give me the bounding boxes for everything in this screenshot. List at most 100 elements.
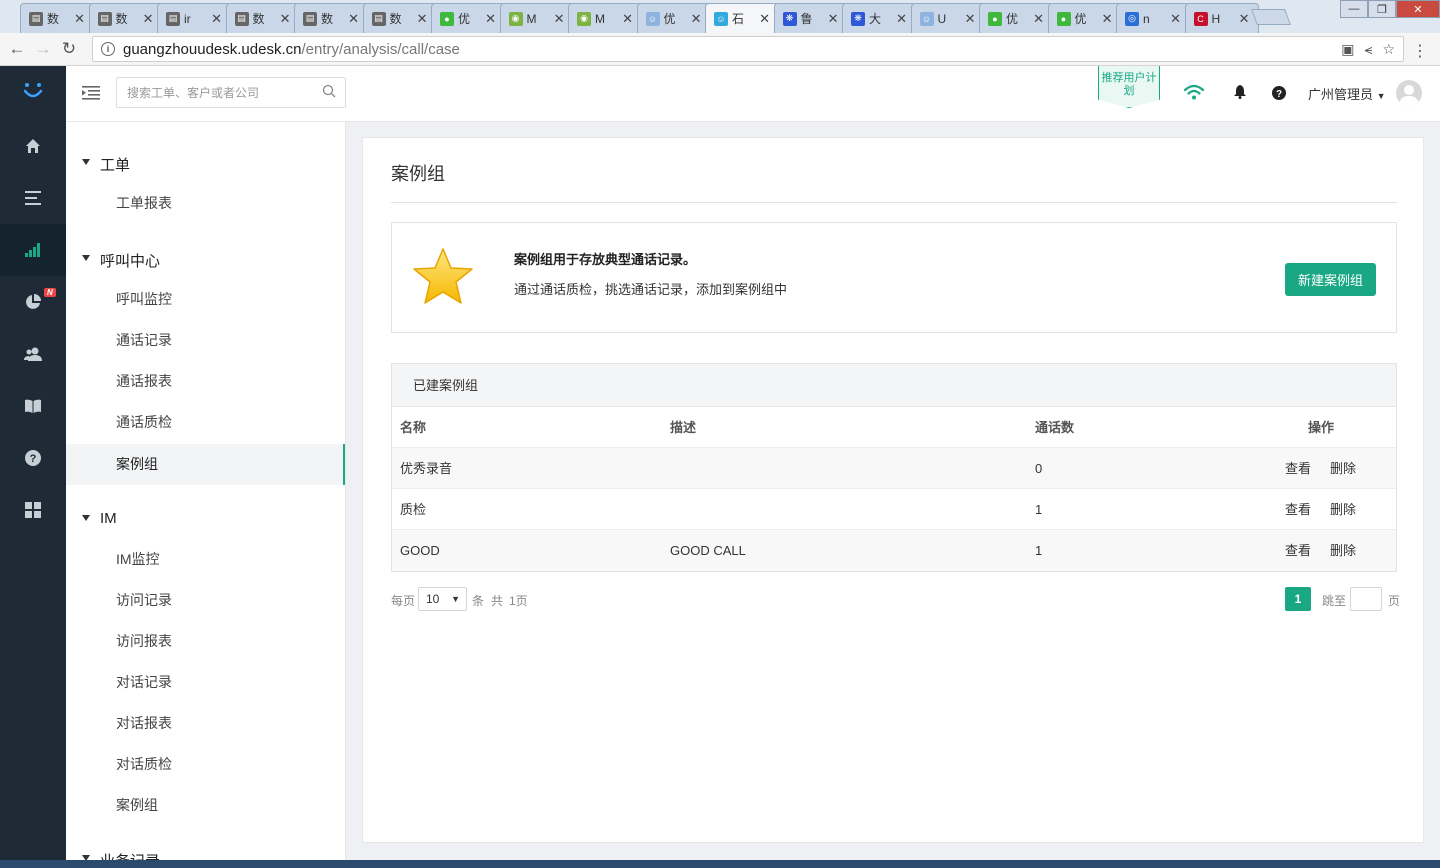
browser-tab[interactable]: ▤ 数 ✕ bbox=[294, 3, 368, 33]
group-call-center[interactable]: 呼叫中心 bbox=[82, 250, 160, 271]
view-link[interactable]: 查看 bbox=[1285, 489, 1311, 530]
browser-tab[interactable]: ▤ 数 ✕ bbox=[362, 3, 437, 33]
nav-home[interactable] bbox=[0, 120, 66, 172]
search-icon[interactable] bbox=[322, 84, 336, 98]
user-menu[interactable]: 广州管理员 ▼ bbox=[1308, 84, 1386, 103]
close-tab-icon[interactable]: ✕ bbox=[965, 11, 976, 27]
sidebar-item-visit-report[interactable]: 访问报表 bbox=[66, 621, 345, 662]
page-button-current[interactable]: 1 bbox=[1285, 587, 1311, 611]
browser-menu-icon[interactable]: ⋮ bbox=[1412, 41, 1428, 61]
nav-apps[interactable] bbox=[0, 484, 66, 536]
browser-tab[interactable]: ☺ U ✕ bbox=[910, 3, 985, 33]
close-tab-icon[interactable]: ✕ bbox=[1102, 11, 1113, 27]
url-host: guangzhouudesk.udesk.cn bbox=[123, 40, 302, 58]
sidebar-item-call-qa[interactable]: 通话质检 bbox=[66, 402, 345, 443]
sidebar-item-call-report[interactable]: 通话报表 bbox=[66, 361, 345, 402]
recommend-plan-badge[interactable]: 推荐用户计划 bbox=[1098, 66, 1160, 108]
close-tab-icon[interactable]: ✕ bbox=[622, 11, 633, 27]
close-tab-icon[interactable]: ✕ bbox=[485, 11, 496, 27]
browser-tab[interactable]: ● 优 ✕ bbox=[979, 3, 1053, 33]
forward-icon[interactable]: → bbox=[30, 39, 56, 59]
caret-down-icon: ▼ bbox=[451, 594, 460, 604]
close-tab-icon[interactable]: ✕ bbox=[348, 11, 359, 27]
delete-link[interactable]: 删除 bbox=[1330, 530, 1356, 571]
avatar[interactable] bbox=[1396, 80, 1422, 106]
close-tab-icon[interactable]: ✕ bbox=[759, 11, 770, 27]
browser-tab[interactable]: ● 优 ✕ bbox=[431, 3, 505, 33]
pin-icon[interactable]: ⪪ bbox=[1365, 41, 1373, 58]
sidebar-item-im-case-group[interactable]: 案例组 bbox=[66, 785, 345, 826]
group-tickets[interactable]: 工单 bbox=[82, 154, 130, 175]
delete-link[interactable]: 删除 bbox=[1330, 448, 1356, 489]
new-case-group-button[interactable]: 新建案例组 bbox=[1285, 263, 1376, 296]
close-tab-icon[interactable]: ✕ bbox=[828, 11, 839, 27]
close-tab-icon[interactable]: ✕ bbox=[417, 11, 428, 27]
browser-tab[interactable]: ▤ 数 ✕ bbox=[225, 3, 300, 33]
new-tab-button[interactable] bbox=[1251, 9, 1291, 25]
per-page-select[interactable]: 10 ▼ bbox=[418, 587, 467, 611]
bell-icon[interactable] bbox=[1234, 85, 1246, 99]
svg-text:?: ? bbox=[30, 453, 37, 465]
browser-tab[interactable]: ◉ M ✕ bbox=[568, 3, 642, 33]
sidebar-item-dialog-qa[interactable]: 对话质检 bbox=[66, 744, 345, 785]
nav-customers[interactable] bbox=[0, 328, 66, 380]
help-circle-icon[interactable]: ? bbox=[1272, 86, 1286, 100]
search-input[interactable] bbox=[116, 77, 346, 108]
view-link[interactable]: 查看 bbox=[1285, 448, 1311, 489]
bookmark-star-icon[interactable]: ☆ bbox=[1382, 41, 1395, 58]
address-bar: ← → ↻ i guangzhouudesk.udesk.cn/entry/an… bbox=[0, 33, 1440, 66]
url-path: /entry/analysis/call/case bbox=[301, 40, 460, 58]
browser-tab[interactable]: ☺ 石 ✕ bbox=[705, 3, 779, 33]
close-tab-icon[interactable]: ✕ bbox=[554, 11, 565, 27]
close-tab-icon[interactable]: ✕ bbox=[143, 11, 154, 27]
back-icon[interactable]: ← bbox=[4, 39, 30, 59]
nav-reports[interactable]: N bbox=[0, 276, 66, 328]
sidebar-item-im-monitor[interactable]: IM监控 bbox=[66, 539, 345, 580]
browser-tab[interactable]: ● 优 ✕ bbox=[1047, 3, 1122, 33]
nav-knowledge[interactable] bbox=[0, 380, 66, 432]
close-tab-icon[interactable]: ✕ bbox=[211, 11, 222, 27]
restore-icon[interactable]: ❐ bbox=[1368, 0, 1396, 18]
jump-page-input[interactable] bbox=[1350, 587, 1382, 611]
collapse-menu-icon[interactable] bbox=[82, 86, 100, 100]
close-tab-icon[interactable]: ✕ bbox=[1239, 11, 1250, 27]
browser-tab[interactable]: ❋ 大 ✕ bbox=[842, 3, 916, 33]
site-info-icon[interactable]: i bbox=[101, 42, 115, 56]
browser-tab[interactable]: C H ✕ bbox=[1184, 3, 1259, 33]
close-tab-icon[interactable]: ✕ bbox=[896, 11, 907, 27]
tab-title: 鲁 bbox=[800, 12, 813, 26]
cast-icon[interactable]: ▣ bbox=[1341, 41, 1354, 58]
reload-icon[interactable]: ↻ bbox=[56, 39, 82, 59]
nav-help[interactable]: ? bbox=[0, 432, 66, 484]
browser-tab[interactable]: ▤ 数 ✕ bbox=[88, 3, 163, 33]
per-page-value: 10 bbox=[426, 592, 440, 606]
close-tab-icon[interactable]: ✕ bbox=[280, 11, 291, 27]
browser-tab[interactable]: ❋ 鲁 ✕ bbox=[773, 3, 848, 33]
browser-tab[interactable]: ◉ M ✕ bbox=[499, 3, 574, 33]
nav-analysis[interactable] bbox=[0, 224, 66, 276]
close-tab-icon[interactable]: ✕ bbox=[1033, 11, 1044, 27]
browser-tab[interactable]: ◎ n ✕ bbox=[1116, 3, 1190, 33]
minimize-icon[interactable]: — bbox=[1340, 0, 1368, 18]
close-window-icon[interactable]: ✕ bbox=[1396, 0, 1440, 18]
nav-tickets[interactable] bbox=[0, 172, 66, 224]
group-im[interactable]: IM bbox=[82, 510, 117, 527]
sidebar-item-dialog-records[interactable]: 对话记录 bbox=[66, 662, 345, 703]
close-tab-icon[interactable]: ✕ bbox=[74, 11, 85, 27]
url-field[interactable]: i guangzhouudesk.udesk.cn/entry/analysis… bbox=[92, 36, 1404, 62]
close-tab-icon[interactable]: ✕ bbox=[691, 11, 702, 27]
sidebar-item-call-records[interactable]: 通话记录 bbox=[66, 320, 345, 361]
browser-tab[interactable]: ▤ 数 ✕ bbox=[20, 3, 94, 33]
sidebar-item-call-monitor[interactable]: 呼叫监控 bbox=[66, 279, 345, 320]
browser-tab[interactable]: ▤ ir ✕ bbox=[157, 3, 231, 33]
sidebar-item-dialog-report[interactable]: 对话报表 bbox=[66, 703, 345, 744]
sidebar-item-call-case-group[interactable]: 案例组 bbox=[66, 444, 345, 485]
sidebar-item-visit-records[interactable]: 访问记录 bbox=[66, 580, 345, 621]
browser-tab[interactable]: ☺ 优 ✕ bbox=[636, 3, 711, 33]
close-tab-icon[interactable]: ✕ bbox=[1170, 11, 1181, 27]
users-icon bbox=[24, 347, 42, 361]
delete-link[interactable]: 删除 bbox=[1330, 489, 1356, 530]
sidebar-item-ticket-report[interactable]: 工单报表 bbox=[66, 183, 345, 224]
view-link[interactable]: 查看 bbox=[1285, 530, 1311, 571]
group-label: IM bbox=[100, 510, 117, 527]
